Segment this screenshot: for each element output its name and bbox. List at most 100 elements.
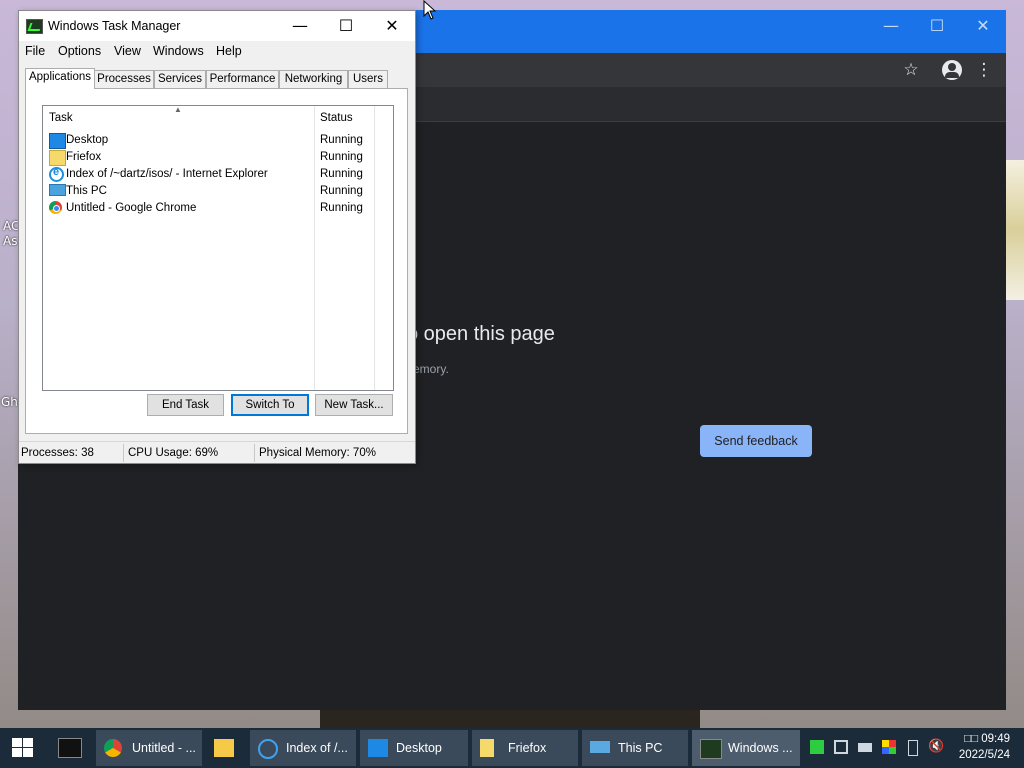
taskbar-item-label: Friefox xyxy=(508,741,547,755)
minimize-icon[interactable]: — xyxy=(277,11,323,41)
desktop-wallpaper-shadow xyxy=(320,710,700,730)
list-item[interactable]: This PC Running xyxy=(43,183,393,200)
taskbar-item-task-manager[interactable]: Windows ... xyxy=(692,730,800,766)
task-manager-title-bar[interactable]: Windows Task Manager — ☐ ✕ xyxy=(19,11,415,41)
mouse-cursor-icon xyxy=(423,0,437,20)
status-processes: Processes: 38 xyxy=(21,447,94,459)
close-icon[interactable]: ✕ xyxy=(960,10,1006,42)
error-subtitle: emory. xyxy=(413,362,449,376)
bookmark-star-icon[interactable]: ☆ xyxy=(900,59,922,81)
task-name: Desktop xyxy=(66,134,109,146)
list-header: ▲ Task Status xyxy=(43,105,393,128)
task-manager-window: Windows Task Manager — ☐ ✕ File Options … xyxy=(18,10,416,464)
desktop-icon-label: Gh xyxy=(1,395,18,409)
this-pc-icon xyxy=(49,184,66,196)
task-status: Running xyxy=(320,168,363,180)
desktop-icon-label: As xyxy=(3,234,18,248)
clock-time: □□ 09:49 xyxy=(964,733,1010,745)
status-memory: Physical Memory: 70% xyxy=(259,447,376,459)
taskbar-item-friefox[interactable]: Friefox xyxy=(472,730,578,766)
taskbar-item-label: Untitled - ... xyxy=(132,741,196,755)
task-name: Friefox xyxy=(66,151,102,163)
list-item[interactable]: Untitled - Google Chrome Running xyxy=(43,200,393,217)
desktop-icon xyxy=(49,133,66,149)
chrome-icon xyxy=(104,739,122,757)
tab-strip: Applications Processes Services Performa… xyxy=(25,68,405,89)
task-list[interactable]: ▲ Task Status Desktop Running Friefox Ru… xyxy=(42,105,394,391)
applications-panel: ▲ Task Status Desktop Running Friefox Ru… xyxy=(25,88,408,434)
tray-battery-icon[interactable] xyxy=(810,740,824,754)
taskbar-item-label: Windows ... xyxy=(728,741,793,755)
task-status: Running xyxy=(320,185,363,197)
tab-applications[interactable]: Applications xyxy=(25,68,95,89)
sort-arrow-icon: ▲ xyxy=(174,105,182,114)
maximize-icon[interactable]: ☐ xyxy=(323,11,369,41)
cmd-icon[interactable] xyxy=(58,738,82,758)
clock[interactable]: □□ 09:49 2022/5/24 xyxy=(959,731,1010,763)
task-manager-icon xyxy=(26,19,43,34)
task-name: This PC xyxy=(66,185,107,197)
list-item[interactable]: Friefox Running xyxy=(43,149,393,166)
tray-volume-muted-icon[interactable]: 🔇 xyxy=(928,740,944,754)
clock-date: 2022/5/24 xyxy=(958,749,1010,761)
chrome-menu-icon[interactable]: ⋮ xyxy=(973,59,995,81)
internet-explorer-icon xyxy=(49,166,64,182)
taskbar-item-chrome[interactable]: Untitled - ... xyxy=(96,730,202,766)
file-explorer-icon xyxy=(214,739,234,757)
task-status: Running xyxy=(320,202,363,214)
taskbar-item-desktop[interactable]: Desktop xyxy=(360,730,468,766)
chrome-icon xyxy=(49,201,62,214)
profile-avatar-icon[interactable] xyxy=(942,60,962,80)
taskbar-item-label: This PC xyxy=(618,741,663,755)
window-title: Windows Task Manager xyxy=(48,19,181,33)
task-name: Untitled - Google Chrome xyxy=(66,202,197,214)
taskbar-item-label: Index of /... xyxy=(286,741,348,755)
end-task-button[interactable]: End Task xyxy=(147,394,224,416)
menu-view[interactable]: View xyxy=(114,44,141,58)
error-title: o open this page xyxy=(407,323,555,345)
task-manager-icon xyxy=(700,739,722,759)
list-item[interactable]: Index of /~dartz/isos/ - Internet Explor… xyxy=(43,166,393,183)
send-feedback-button[interactable]: Send feedback xyxy=(700,425,812,457)
minimize-icon[interactable]: — xyxy=(868,10,914,42)
folder-icon xyxy=(480,739,494,757)
switch-to-button[interactable]: Switch To xyxy=(231,394,309,416)
list-item[interactable]: Desktop Running xyxy=(43,132,393,149)
taskbar-item-this-pc[interactable]: This PC xyxy=(582,730,688,766)
tray-color-icon[interactable] xyxy=(882,740,896,754)
menu-help[interactable]: Help xyxy=(216,44,242,58)
desktop-icon xyxy=(368,739,388,757)
taskbar-item-internet-explorer[interactable]: Index of /... xyxy=(250,730,356,766)
menu-file[interactable]: File xyxy=(25,44,45,58)
menu-options[interactable]: Options xyxy=(58,44,101,58)
close-icon[interactable]: ✕ xyxy=(369,11,415,41)
column-header-status[interactable]: Status xyxy=(320,112,353,124)
status-cpu: CPU Usage: 69% xyxy=(128,447,219,459)
internet-explorer-icon xyxy=(258,739,278,759)
tab-performance[interactable]: Performance xyxy=(206,70,279,88)
start-windows-icon[interactable] xyxy=(12,738,34,758)
column-header-task[interactable]: Task xyxy=(49,112,73,124)
folder-icon xyxy=(49,150,66,166)
this-pc-icon xyxy=(590,741,610,753)
tab-services[interactable]: Services xyxy=(154,70,206,88)
tab-networking[interactable]: Networking xyxy=(279,70,348,88)
tab-users[interactable]: Users xyxy=(348,70,388,88)
tab-processes[interactable]: Processes xyxy=(94,70,154,88)
taskbar-item-file-explorer[interactable] xyxy=(206,730,244,766)
menu-windows[interactable]: Windows xyxy=(153,44,204,58)
maximize-icon[interactable]: ☐ xyxy=(914,10,960,42)
taskbar: Untitled - ... Index of /... Desktop Fri… xyxy=(0,728,1024,768)
taskbar-item-label: Desktop xyxy=(396,741,442,755)
task-status: Running xyxy=(320,134,363,146)
tray-usb-icon[interactable] xyxy=(908,740,918,756)
status-divider xyxy=(254,444,255,462)
status-bar: Processes: 38 CPU Usage: 69% Physical Me… xyxy=(19,441,415,464)
menu-bar: File Options View Windows Help xyxy=(19,41,415,61)
tray-network-icon[interactable] xyxy=(834,740,848,754)
task-status: Running xyxy=(320,151,363,163)
new-task-button[interactable]: New Task... xyxy=(315,394,393,416)
tray-keyboard-icon[interactable] xyxy=(858,743,872,752)
desktop-icon-label: AC xyxy=(3,219,20,233)
task-name: Index of /~dartz/isos/ - Internet Explor… xyxy=(66,168,268,180)
